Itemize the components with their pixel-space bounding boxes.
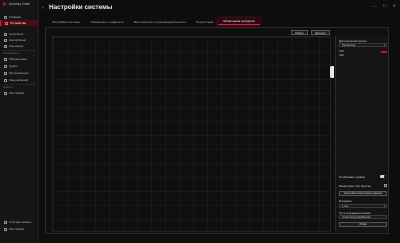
sidebar-divider — [3, 84, 36, 85]
realtime-graph-toggle[interactable] — [380, 175, 387, 178]
sidebar-item-label: Мультимедиа — [9, 71, 29, 75]
browse-button[interactable]: Обзор — [339, 222, 387, 227]
chevron-down-icon: ▾ — [383, 205, 385, 208]
sidebar-item-scenario[interactable]: Сценарии — [0, 43, 39, 49]
sensor-select[interactable]: Процессор ▾ — [339, 43, 387, 47]
sensor-row[interactable]: GPU — [339, 54, 387, 57]
autorecord-checkbox[interactable] — [384, 184, 387, 187]
rog-logo-icon — [3, 2, 7, 6]
autorecord-label: Мониторинг при запуске — [339, 184, 371, 188]
sidebar-section-news: Новости — [3, 86, 14, 89]
sensor-select-value: Процессор — [342, 43, 356, 47]
sidebar-footer-label: Учётная запись — [9, 220, 32, 224]
audio-icon — [4, 64, 7, 68]
monitor-data-settings-button[interactable]: Настройки мониторинга данных — [339, 191, 387, 196]
page-title: Настройки системы — [49, 4, 113, 11]
sensor-color-swatch[interactable] — [381, 55, 387, 57]
aura-icon — [4, 32, 7, 36]
sidebar-item-label: Aura Sync — [9, 32, 24, 36]
minimize-icon[interactable]: — — [373, 3, 377, 8]
sidebar-footer-settings[interactable]: Настройки — [0, 226, 39, 232]
interval-select-value: 1 сек — [342, 204, 349, 208]
interval-select[interactable]: 1 сек ▾ — [339, 204, 387, 208]
sensor-color-swatch[interactable] — [381, 50, 387, 53]
update-icon — [4, 57, 7, 61]
reset-button[interactable]: Сброс — [291, 30, 308, 35]
interval-label: Интервал — [339, 199, 352, 203]
sidebar-footer-label: Настройки — [9, 227, 25, 231]
app-brand: Armoury Crate — [3, 2, 30, 6]
sensor-name: GPU — [339, 54, 345, 57]
app-brand-label: Armoury Crate — [9, 2, 30, 6]
sidebar-item-label: Главная — [9, 15, 21, 19]
gear-icon — [4, 227, 7, 231]
window-controls: — ☐ ✕ — [373, 3, 396, 8]
media-icon — [4, 71, 7, 75]
scenario-icon — [4, 44, 7, 48]
sidebar-section-tools: Инструменты — [3, 52, 20, 55]
bell-icon — [4, 78, 7, 82]
sidebar-item-notifications[interactable]: Уведомления — [0, 77, 39, 83]
gamevisual-icon — [4, 38, 7, 42]
sidebar-item-label: Настройки — [9, 91, 25, 95]
tab-subsystem[interactable]: Подсистема — [191, 18, 218, 25]
chevron-down-icon: ▾ — [383, 44, 385, 47]
settings-icon — [4, 91, 7, 95]
tab-system-settings[interactable]: Настройки системы — [47, 18, 85, 25]
device-icon — [5, 21, 8, 25]
sidebar-item-label: Сценарии — [9, 44, 24, 48]
sidebar-divider — [3, 50, 36, 51]
back-arrow-icon[interactable]: ‹ — [42, 5, 46, 10]
sidebar: Armoury Crate Главная Устройство Aura Sy… — [0, 0, 39, 243]
tab-bar: Настройки системы Освещение и эффекты Ве… — [47, 18, 260, 25]
sidebar-item-device[interactable]: Устройство — [0, 20, 39, 26]
sidebar-item-audio[interactable]: Аудио — [0, 63, 39, 69]
sensor-name: CPU — [339, 50, 345, 53]
sidebar-item-label: Устройство — [10, 21, 27, 25]
save-path-value: C:\ArmouryCrate\Monitor — [342, 215, 371, 219]
sidebar-item-label: Аудио — [9, 64, 18, 68]
tab-lighting[interactable]: Освещение и эффекты — [85, 18, 129, 25]
sidebar-item-label: Уведомления — [9, 78, 29, 82]
sidebar-item-settings[interactable]: Настройки — [0, 90, 39, 96]
monitor-graph-area[interactable] — [52, 36, 331, 232]
sidebar-item-label: Обновление — [9, 57, 27, 61]
maximize-icon[interactable]: ☐ — [383, 3, 387, 8]
tab-resource-monitor[interactable]: Мониторинг ресурсов — [218, 18, 260, 25]
sensor-row[interactable]: CPU — [339, 50, 387, 53]
realtime-graph-label: Отображать график — [339, 175, 365, 179]
page-header: ‹ Настройки системы — [42, 4, 112, 11]
sidebar-item-update[interactable]: Обновление — [0, 56, 39, 62]
tab-fans-performance[interactable]: Вентиляторы и производительность — [129, 18, 191, 25]
close-icon[interactable]: ✕ — [393, 3, 396, 8]
panel-collapse-handle[interactable] — [330, 66, 334, 78]
user-icon — [4, 220, 7, 224]
monitor-settings-panel: Датчики мониторинга Процессор ▾ CPU GPU … — [335, 36, 388, 232]
sidebar-item-label: GameVisual — [9, 38, 26, 42]
home-icon — [4, 15, 7, 19]
sidebar-item-media[interactable]: Мультимедиа — [0, 70, 39, 76]
save-path-field[interactable]: C:\ArmouryCrate\Monitor — [339, 215, 387, 219]
export-button[interactable]: Экспорт — [311, 30, 331, 35]
sidebar-footer-account[interactable]: Учётная запись — [0, 219, 39, 225]
